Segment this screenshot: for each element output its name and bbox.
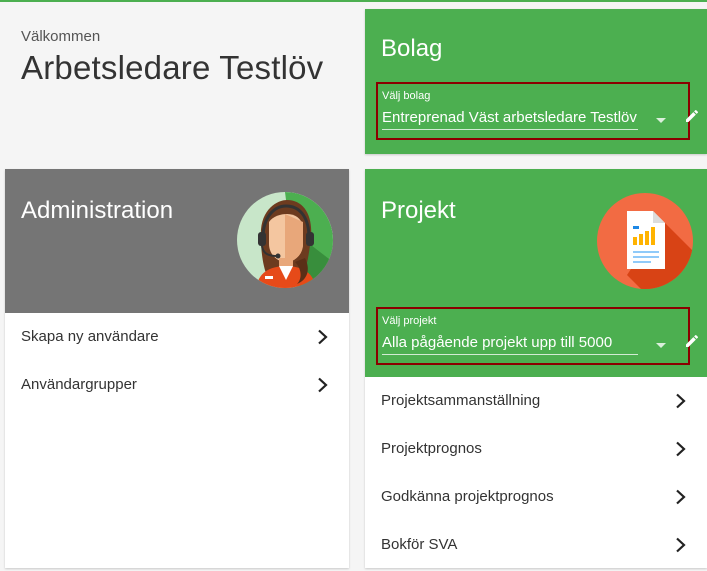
welcome-greeting: Välkommen	[21, 28, 101, 45]
menu-item-projektprognos[interactable]: Projektprognos	[365, 425, 707, 473]
chevron-right-icon	[676, 441, 686, 457]
projekt-card: Projekt Välj projekt Alla pågående proje…	[365, 169, 707, 568]
projekt-select-value[interactable]: Alla pågående projekt upp till 5000	[382, 333, 638, 355]
menu-item-bokfor-sva[interactable]: Bokför SVA	[365, 521, 707, 569]
dropdown-arrow-icon[interactable]	[656, 343, 666, 348]
bolag-title: Bolag	[381, 35, 443, 62]
chevron-right-icon	[676, 489, 686, 505]
bolag-select-value[interactable]: Entreprenad Väst arbetsledare Testlöv	[382, 108, 638, 130]
projekt-title: Projekt	[381, 197, 456, 224]
pencil-edit-icon[interactable]	[684, 108, 700, 124]
menu-item-anvandargrupper[interactable]: Användargrupper	[5, 361, 349, 409]
dropdown-arrow-icon[interactable]	[656, 118, 666, 123]
menu-item-projektsammanstallning[interactable]: Projektsammanställning	[365, 377, 707, 425]
projekt-menu: Projektsammanställning Projektprognos Go…	[365, 377, 707, 569]
support-agent-avatar-icon	[237, 192, 333, 288]
chevron-right-icon	[318, 329, 328, 345]
welcome-block: Välkommen Arbetsledare Testlöv	[21, 28, 323, 88]
menu-item-skapa-ny-anvandare[interactable]: Skapa ny användare	[5, 313, 349, 361]
menu-item-label: Bokför SVA	[381, 536, 458, 553]
projekt-select-label: Välj projekt	[382, 315, 437, 327]
projekt-select-text: Alla pågående projekt upp till 5000	[382, 334, 613, 351]
bolag-select-label: Välj bolag	[382, 90, 431, 102]
bolag-select[interactable]: Välj bolag Entreprenad Väst arbetsledare…	[376, 82, 699, 140]
projekt-header: Projekt Välj projekt Alla pågående proje…	[365, 169, 707, 377]
menu-item-godkanna-projektprognos[interactable]: Godkänna projektprognos	[365, 473, 707, 521]
menu-item-label: Projektprognos	[381, 440, 482, 457]
report-document-icon	[597, 193, 693, 289]
menu-item-label: Skapa ny användare	[21, 328, 159, 345]
user-name-heading: Arbetsledare Testlöv	[21, 49, 324, 86]
chevron-right-icon	[676, 393, 686, 409]
chevron-right-icon	[676, 537, 686, 553]
administration-title: Administration	[21, 197, 174, 224]
menu-item-label: Godkänna projektprognos	[381, 488, 554, 505]
administration-menu: Skapa ny användare Användargrupper	[5, 313, 349, 409]
menu-item-label: Användargrupper	[21, 376, 137, 393]
pencil-edit-icon[interactable]	[684, 333, 700, 349]
administration-card: Administration Skapa ny användare Använd…	[5, 169, 349, 568]
bolag-card: Bolag Välj bolag Entreprenad Väst arbets…	[365, 9, 707, 154]
bolag-select-text: Entreprenad Väst arbetsledare Testlöv	[382, 109, 637, 126]
menu-item-label: Projektsammanställning	[381, 392, 541, 409]
projekt-select[interactable]: Välj projekt Alla pågående projekt upp t…	[376, 307, 699, 365]
top-accent-line	[0, 0, 707, 2]
administration-header: Administration	[5, 169, 349, 313]
chevron-right-icon	[318, 377, 328, 393]
